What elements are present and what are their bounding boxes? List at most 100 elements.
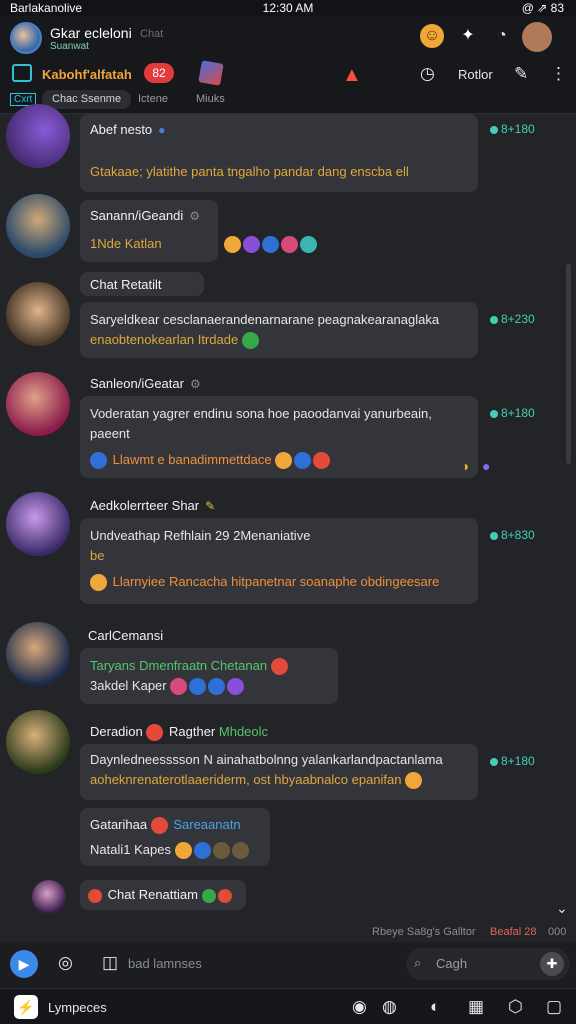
typing-text: Rbeye Sa8g's Galltor bbox=[372, 926, 476, 938]
avatar[interactable] bbox=[6, 194, 70, 258]
status-time: 12:30 AM bbox=[262, 1, 314, 15]
bottom-nav-label[interactable]: Lympeces bbox=[48, 1000, 107, 1015]
emoji-reaction-icon[interactable] bbox=[224, 236, 241, 254]
brand-label[interactable]: Kabohf'alfatah bbox=[42, 67, 132, 82]
app-logo-icon[interactable]: ⚡ bbox=[14, 995, 38, 1019]
tab-miuks[interactable]: Miuks bbox=[196, 93, 225, 105]
avatar[interactable] bbox=[6, 104, 70, 168]
emoji-reaction-icon[interactable] bbox=[281, 236, 298, 254]
small-reaction-icon[interactable]: ● bbox=[482, 458, 490, 474]
avatar[interactable] bbox=[6, 282, 70, 346]
channel-avatar[interactable] bbox=[10, 22, 42, 54]
avatar[interactable] bbox=[6, 710, 70, 774]
game-icon[interactable] bbox=[198, 60, 224, 86]
message-text: be bbox=[90, 548, 105, 563]
scroll-down-icon[interactable]: ⌄ bbox=[556, 900, 568, 917]
avatar[interactable] bbox=[6, 372, 70, 436]
emoji-icon bbox=[88, 888, 102, 903]
shield-icon[interactable]: ⬡ bbox=[508, 997, 523, 1017]
message-text: enaobtenokearlan Itrdade bbox=[90, 332, 261, 350]
message-author[interactable]: Aedkolerrteer Shar ✎ bbox=[90, 498, 215, 513]
message-author[interactable]: Gatarihaa Sareaanatn bbox=[90, 817, 241, 835]
reaction-row[interactable] bbox=[224, 236, 319, 254]
emoji-reaction-icon[interactable] bbox=[313, 452, 331, 470]
search-placeholder: Cagh bbox=[436, 956, 468, 971]
search-input[interactable]: ⌕ Cagh ✚ bbox=[406, 948, 570, 980]
grid-icon[interactable] bbox=[12, 64, 32, 82]
verified-icon: ● bbox=[158, 123, 166, 137]
emoji-reaction-icon[interactable] bbox=[231, 842, 249, 860]
message-input[interactable]: bad lamnses bbox=[128, 948, 226, 980]
message-text: Daynledneesssson N ainahatbolnng yalanka… bbox=[90, 752, 443, 767]
clock-icon[interactable]: ◔ bbox=[490, 24, 514, 48]
emoji-reaction-icon[interactable] bbox=[300, 236, 317, 254]
emoji-reaction-icon[interactable] bbox=[227, 678, 245, 696]
compass-icon[interactable]: ◐ bbox=[430, 997, 440, 1017]
message-feed[interactable]: Abef nesto ● Gtakaae; ylatithe panta tnga… bbox=[0, 104, 576, 922]
channel-title[interactable]: Gkar ecleloni bbox=[50, 25, 132, 41]
user-avatar[interactable] bbox=[522, 22, 552, 52]
channel-subtitle: Suanwat bbox=[50, 41, 89, 52]
message-author[interactable]: CarlCemansi bbox=[88, 628, 163, 643]
tab-ictene[interactable]: Ictene bbox=[138, 93, 168, 105]
message-text: Natali1 Kapes bbox=[90, 842, 251, 860]
status-bar: Barlakanolive 12:30 AM @ ⇗ 83 bbox=[0, 0, 576, 16]
emoji-reaction-icon[interactable] bbox=[294, 452, 312, 470]
emoji-icon bbox=[241, 332, 259, 350]
message-text: Llarnyiee Rancacha hitpanetnar soanaphe … bbox=[90, 574, 439, 592]
message-author[interactable]: Sanleon/iGeatar ⚙ bbox=[90, 376, 201, 391]
emoji-reaction-icon[interactable] bbox=[262, 236, 279, 254]
rotlor-button[interactable]: Rotlor bbox=[458, 67, 493, 82]
message-author[interactable]: Chat Renattiam bbox=[88, 887, 234, 903]
message-text: paeent bbox=[90, 426, 130, 441]
emoji-icon bbox=[405, 772, 423, 790]
reply-author[interactable]: Chat Retatilt bbox=[90, 277, 162, 292]
send-icon[interactable]: ▶ bbox=[10, 950, 38, 978]
message-meta: 8+180 bbox=[490, 406, 535, 420]
emoji-icon bbox=[270, 658, 288, 676]
message-author[interactable]: Deradion Ragther Mhdeolc bbox=[90, 724, 268, 742]
target-icon[interactable]: ◉ bbox=[352, 997, 367, 1017]
grid-icon[interactable]: ▦ bbox=[468, 997, 484, 1017]
emoji-reaction-icon[interactable] bbox=[275, 452, 293, 470]
message-text: Gtakaae; ylatithe panta tngalho pandar d… bbox=[90, 164, 409, 179]
notification-badge[interactable]: 82 bbox=[144, 63, 174, 83]
smiley-icon[interactable]: ☺ bbox=[420, 24, 444, 48]
tab-chac-ssenme[interactable]: Chac Ssenme bbox=[42, 90, 132, 109]
more-icon[interactable]: ⋮ bbox=[550, 64, 567, 84]
message-text: aoheknrenaterotlaaeriderm, ost hbyaabnal… bbox=[90, 772, 424, 790]
camera-icon[interactable]: ◎ bbox=[58, 953, 73, 973]
attach-icon[interactable]: ◫ bbox=[102, 953, 118, 973]
mic-icon[interactable]: ✚ bbox=[540, 952, 564, 976]
small-reaction-icon[interactable]: ◗ bbox=[462, 458, 470, 474]
scrollbar[interactable] bbox=[566, 264, 571, 464]
alert-icon[interactable]: ▲ bbox=[342, 64, 362, 87]
emoji-reaction-icon[interactable] bbox=[212, 842, 230, 860]
profile-icon[interactable]: ◍ bbox=[382, 997, 397, 1017]
emoji-reaction-icon[interactable] bbox=[193, 842, 211, 860]
message-bubble[interactable] bbox=[80, 648, 338, 704]
emoji-reaction-icon[interactable] bbox=[208, 678, 226, 696]
window-icon[interactable]: ▢ bbox=[546, 997, 562, 1017]
message-author[interactable]: Sanann/iGeandi ⚙ bbox=[90, 208, 200, 223]
message-text: 1Nde Katlan bbox=[90, 236, 162, 251]
emoji-icon bbox=[201, 888, 216, 903]
avatar[interactable] bbox=[6, 492, 70, 556]
avatar[interactable] bbox=[32, 880, 66, 914]
search-icon: ⌕ bbox=[414, 955, 422, 970]
emoji-reaction-icon[interactable] bbox=[189, 678, 207, 696]
message-text: 3akdel Kaper bbox=[90, 678, 246, 696]
message-text: Taryans Dmenfraatn Chetanan bbox=[90, 658, 290, 676]
emoji-reaction-icon[interactable] bbox=[174, 842, 192, 860]
online-count: 000 bbox=[548, 926, 567, 938]
emoji-reaction-icon[interactable] bbox=[243, 236, 260, 254]
star-icon[interactable]: ✦ bbox=[456, 24, 480, 48]
avatar[interactable] bbox=[6, 622, 70, 686]
message-author[interactable]: Abef nesto ● bbox=[90, 122, 165, 137]
emoji-reaction-icon[interactable] bbox=[170, 678, 188, 696]
status-indicators: @ ⇗ 83 bbox=[521, 1, 564, 15]
message-bubble[interactable] bbox=[80, 302, 478, 358]
message-text: Voderatan yagrer endinu sona hoe paoodan… bbox=[90, 406, 432, 421]
history-icon[interactable]: ◷ bbox=[420, 64, 435, 84]
edit-icon[interactable]: ✎ bbox=[514, 64, 528, 84]
